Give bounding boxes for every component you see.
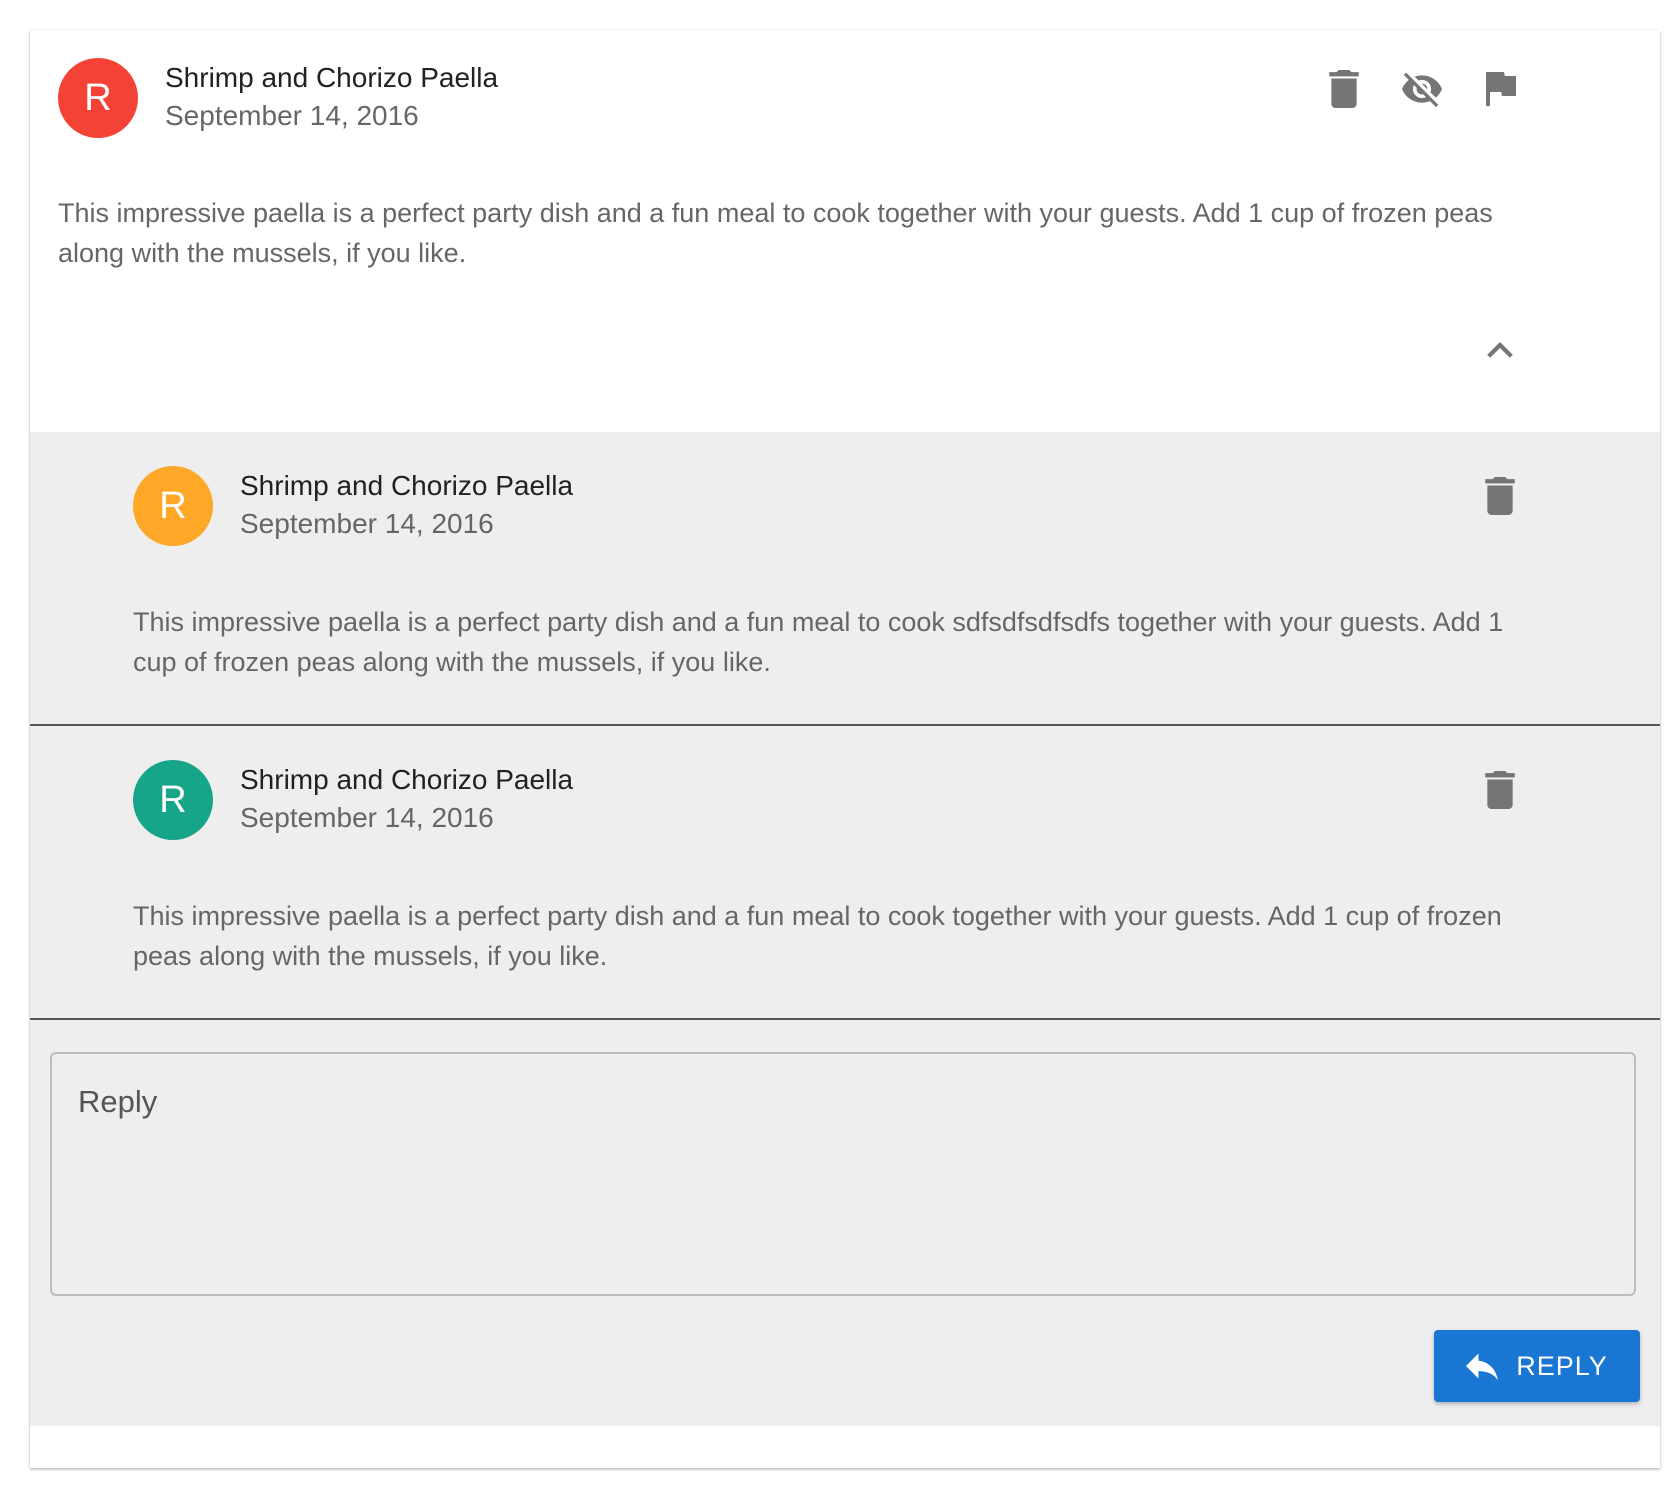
reply-icon [1466,1353,1499,1380]
comment-title: Shrimp and Chorizo Paella [240,470,574,501]
delete-icon [1485,477,1515,515]
flag-icon [1486,72,1516,106]
reply-button-label: REPLY [1516,1350,1608,1381]
comment-item: R Shrimp and Chorizo Paella September 14… [30,432,1660,726]
comment-body: This impressive paella is a perfect part… [133,901,1502,971]
delete-icon [1329,70,1359,108]
flag-button[interactable] [1476,65,1524,113]
reply-input[interactable] [50,1052,1636,1296]
avatar: R [133,760,213,840]
delete-button[interactable] [1320,65,1368,113]
reply-section: REPLY [30,1020,1660,1426]
hide-button[interactable] [1398,65,1446,113]
delete-comment-button[interactable] [1476,472,1524,520]
avatar: R [133,466,213,546]
visibility-off-icon [1402,72,1442,108]
comment-date: September 14, 2016 [240,508,494,539]
comment-title: Shrimp and Chorizo Paella [240,764,574,795]
post-date: September 14, 2016 [165,100,419,131]
comment-date: September 14, 2016 [240,802,494,833]
avatar: R [58,58,138,138]
post-body: This impressive paella is a perfect part… [58,198,1493,268]
chevron-up-icon [1487,342,1513,358]
comment-body: This impressive paella is a perfect part… [133,607,1504,677]
reply-button[interactable]: REPLY [1434,1330,1640,1402]
comment-item: R Shrimp and Chorizo Paella September 14… [30,726,1660,1020]
main-post: R Shrimp and Chorizo Paella September 14… [30,30,1660,432]
post-title: Shrimp and Chorizo Paella [165,62,499,93]
comment-thread-card: R Shrimp and Chorizo Paella September 14… [30,30,1660,1468]
delete-icon [1485,771,1515,809]
delete-comment-button[interactable] [1476,766,1524,814]
collapse-button[interactable] [1476,326,1524,374]
